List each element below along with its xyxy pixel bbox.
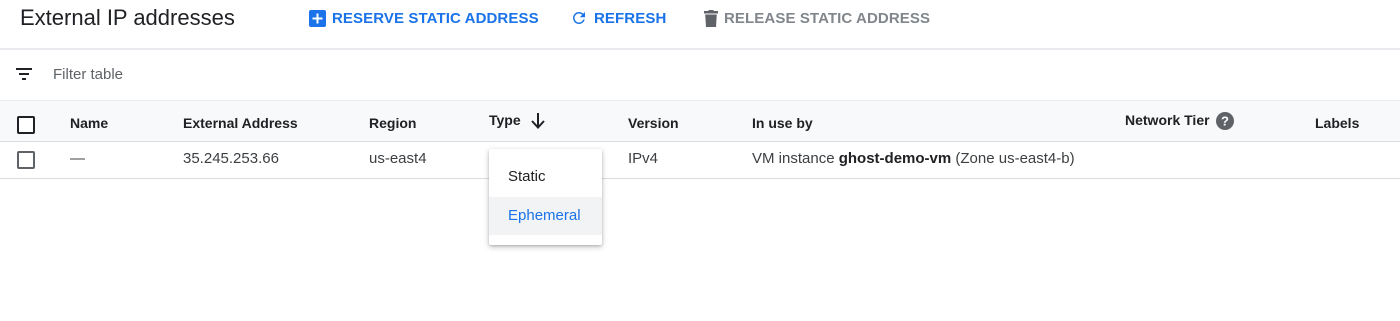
row-checkbox[interactable] [17, 151, 35, 169]
cell-external-address: 35.245.253.66 [183, 150, 279, 167]
table-row: — 35.245.253.66 us-east4 IPv4 VM instanc… [0, 142, 1400, 179]
arrow-down-icon [530, 113, 545, 130]
type-dropdown-menu: Static Ephemeral [489, 149, 602, 245]
add-box-icon [309, 9, 326, 27]
toolbar: External IP addresses RESERVE STATIC ADD… [0, 0, 1400, 50]
column-header-network-tier-label: Network Tier [1125, 112, 1210, 128]
cell-in-use-by: VM instance ghost-demo-vm (Zone us-east4… [752, 150, 1075, 167]
filter-table-input[interactable] [53, 63, 553, 85]
type-option-ephemeral[interactable]: Ephemeral [489, 197, 602, 235]
column-header-region[interactable]: Region [369, 115, 416, 131]
release-static-address-button[interactable]: RELEASE STATIC ADDRESS [704, 8, 930, 28]
cell-name: — [70, 150, 85, 167]
column-header-in-use-by[interactable]: In use by [752, 115, 813, 131]
page-title: External IP addresses [20, 5, 235, 30]
column-header-external-address[interactable]: External Address [183, 115, 298, 131]
trash-icon [704, 9, 718, 27]
reserve-static-address-label: RESERVE STATIC ADDRESS [332, 9, 539, 27]
help-circle-icon[interactable]: ? [1215, 112, 1234, 131]
refresh-icon [572, 11, 585, 24]
column-header-version[interactable]: Version [628, 115, 679, 131]
reserve-static-address-button[interactable]: RESERVE STATIC ADDRESS [309, 8, 539, 28]
refresh-button[interactable]: REFRESH [570, 8, 666, 28]
type-option-static[interactable]: Static [489, 158, 602, 196]
in-use-by-zone: (Zone us-east4-b) [951, 150, 1075, 167]
select-all-checkbox[interactable] [17, 116, 35, 134]
release-static-address-label: RELEASE STATIC ADDRESS [724, 9, 931, 27]
column-header-name[interactable]: Name [70, 115, 108, 131]
column-header-labels[interactable]: Labels [1315, 115, 1359, 131]
refresh-label: REFRESH [594, 9, 667, 27]
column-header-type-label: Type [489, 112, 521, 128]
in-use-by-instance-link[interactable]: ghost-demo-vm [839, 150, 952, 167]
cell-version: IPv4 [628, 150, 659, 167]
filter-bar [0, 50, 1400, 100]
column-header-network-tier[interactable]: Network Tier ? [1125, 112, 1234, 131]
cell-region: us-east4 [369, 150, 427, 167]
table-header-row: Name External Address Region Type Versio… [0, 100, 1400, 142]
in-use-by-prefix: VM instance [752, 150, 839, 167]
filter-list-icon[interactable] [16, 67, 32, 81]
column-header-type[interactable]: Type [489, 112, 545, 130]
svg-text:?: ? [1221, 114, 1229, 129]
